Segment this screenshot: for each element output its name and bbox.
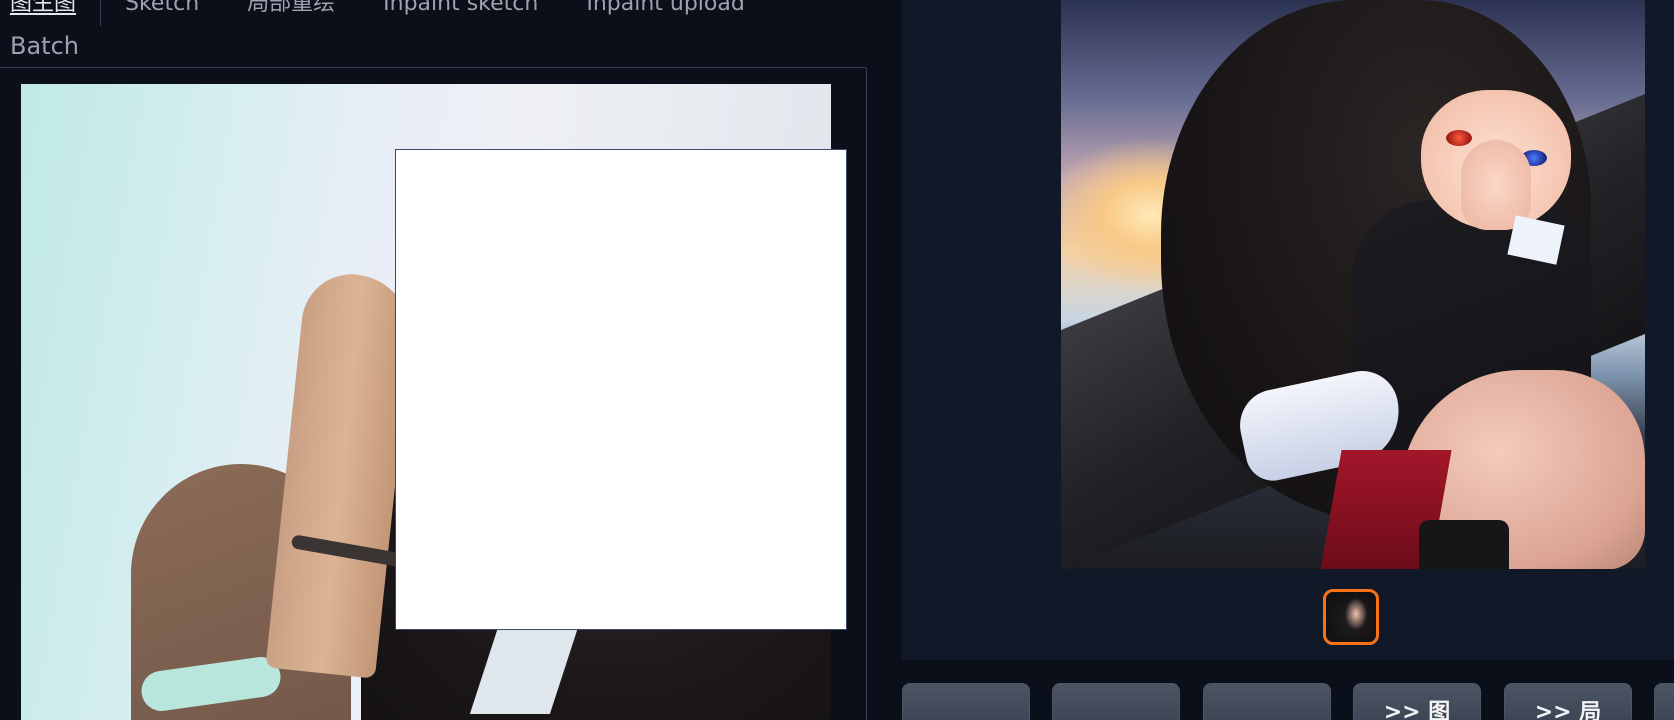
- image-eye-left: [1446, 130, 1472, 146]
- output-panel: >> 图 >> 局: [892, 0, 1674, 720]
- img2img-input-panel: 图生图 Sketch 局部重绘 Inpaint sketch Inpaint u…: [0, 0, 880, 720]
- tab-batch[interactable]: Batch: [10, 28, 79, 64]
- send-to-img2img-button[interactable]: >> 图: [1353, 683, 1481, 720]
- tab-inpaint-upload[interactable]: Inpaint upload: [562, 0, 768, 24]
- action-button-overflow[interactable]: [1654, 683, 1674, 720]
- action-button-1[interactable]: [902, 683, 1030, 720]
- action-button-2[interactable]: [1052, 683, 1180, 720]
- send-to-inpaint-button[interactable]: >> 局: [1504, 683, 1632, 720]
- app-root: 图生图 Sketch 局部重绘 Inpaint sketch Inpaint u…: [0, 0, 1674, 720]
- tab-inpaint-sketch[interactable]: Inpaint sketch: [359, 0, 562, 24]
- tab-img2img[interactable]: 图生图: [0, 0, 100, 24]
- gallery-thumbnail[interactable]: [1323, 589, 1379, 645]
- image-editor[interactable]: [0, 68, 867, 720]
- tab-sketch[interactable]: Sketch: [101, 0, 223, 24]
- inpaint-mask-region[interactable]: [395, 149, 847, 630]
- tab-inpaint[interactable]: 局部重绘: [223, 0, 359, 24]
- output-gallery: [902, 0, 1674, 660]
- image-sock: [1419, 520, 1509, 569]
- generated-image[interactable]: [1061, 0, 1645, 569]
- img2img-mode-tabs: 图生图 Sketch 局部重绘 Inpaint sketch Inpaint u…: [0, 0, 880, 26]
- send-to-buttons: >> 图 >> 局: [902, 683, 1674, 720]
- action-button-3[interactable]: [1203, 683, 1331, 720]
